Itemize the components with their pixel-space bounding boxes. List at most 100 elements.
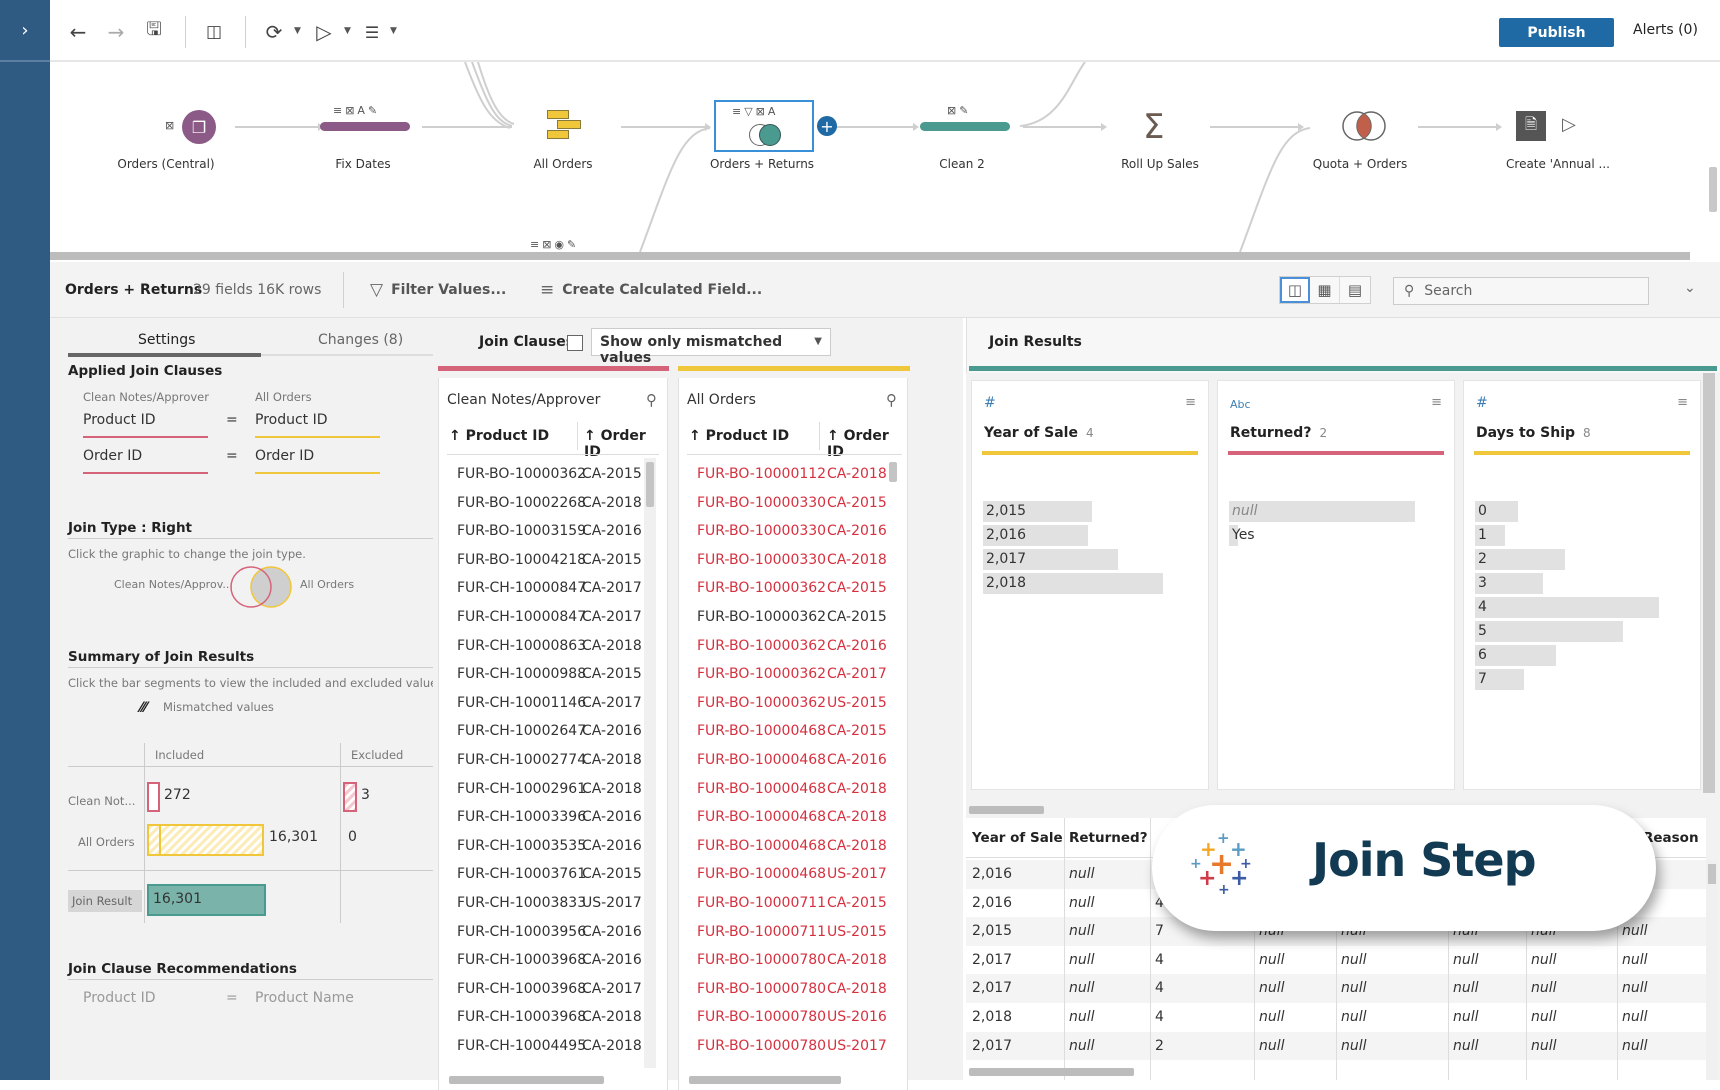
value-row[interactable]: FUR-BO-10000362 CA-2016 — [679, 632, 907, 661]
col-header-product-id[interactable]: ↑ Product ID — [689, 428, 789, 444]
value-row[interactable]: FUR-BO-10000330 CA-2016 — [679, 517, 907, 546]
add-step-button[interactable]: + — [817, 116, 837, 136]
recommendation-right[interactable]: Product Name — [255, 990, 354, 1006]
value-row[interactable]: FUR-CH-10002774 CA-2018 — [439, 746, 667, 775]
value-row[interactable]: FUR-BO-10000780 US-2017 — [679, 1032, 907, 1061]
field-menu-icon[interactable]: ≡ — [1677, 395, 1688, 410]
profile-card[interactable]: # ≡ Days to Ship 8 0 1 2 3 4 5 6 7 — [1463, 380, 1701, 790]
clause-operator[interactable]: = — [226, 412, 238, 428]
recommendation-left[interactable]: Product ID — [83, 990, 156, 1006]
publish-button[interactable]: Publish — [1499, 18, 1614, 47]
distribution-bar[interactable]: 0 — [1475, 501, 1689, 523]
number-type-icon[interactable]: # — [1476, 395, 1488, 411]
clause-operator[interactable]: = — [226, 448, 238, 464]
grid-column-header[interactable]: Year of Sale — [972, 830, 1063, 846]
value-row[interactable]: FUR-CH-10002961 CA-2018 — [439, 775, 667, 804]
value-row[interactable]: FUR-CH-10000847 CA-2017 — [439, 603, 667, 632]
included-bar-all-orders[interactable] — [147, 824, 264, 856]
scrollbar-thumb[interactable] — [1708, 864, 1716, 884]
value-row[interactable]: FUR-CH-10000847 CA-2017 — [439, 574, 667, 603]
field-name[interactable]: Returned? 2 — [1230, 425, 1327, 441]
field-name[interactable]: Year of Sale 4 — [984, 425, 1094, 441]
pause-data-updates-button[interactable]: ◫ — [200, 18, 228, 46]
clause-left-field[interactable]: Product ID — [83, 412, 156, 428]
refresh-button[interactable]: ⟳ — [260, 18, 288, 46]
value-row[interactable]: FUR-BO-10000362 US-2015 — [679, 689, 907, 718]
value-row[interactable]: FUR-BO-10000468 CA-2018 — [679, 803, 907, 832]
join-result-bar[interactable]: 16,301 — [147, 884, 266, 916]
value-row[interactable]: FUR-CH-10004495 CA-2018 — [439, 1032, 667, 1061]
value-row[interactable]: FUR-CH-10000863 CA-2018 — [439, 632, 667, 661]
collapse-panel-button[interactable]: ⌄ — [1684, 280, 1696, 296]
value-row[interactable]: FUR-BO-10000468 CA-2018 — [679, 832, 907, 861]
refresh-dropdown-caret-icon[interactable]: ▼ — [294, 26, 301, 36]
flow-node-fix-dates[interactable] — [320, 122, 410, 131]
options-button[interactable]: ☰ — [358, 18, 386, 46]
distribution-bar[interactable]: Yes — [1229, 525, 1443, 547]
clause-right-field[interactable]: Order ID — [255, 448, 314, 464]
value-row[interactable]: FUR-CH-10003956 CA-2016 — [439, 918, 667, 947]
value-row[interactable]: FUR-BO-10000362 CA-2017 — [679, 660, 907, 689]
value-row[interactable]: FUR-BO-10000330 CA-2018 — [679, 546, 907, 575]
field-search-input[interactable]: ⚲ Search — [1393, 277, 1649, 305]
save-button[interactable]: 🖫 — [140, 18, 168, 46]
value-row[interactable]: FUR-BO-10000468 CA-2015 — [679, 717, 907, 746]
value-row[interactable]: FUR-BO-10000711 US-2015 — [679, 918, 907, 947]
scrollbar-thumb[interactable] — [889, 462, 897, 482]
flow-node-quota-orders[interactable] — [1340, 110, 1388, 142]
tab-changes[interactable]: Changes (8) — [318, 332, 403, 348]
excluded-bar-clean-notes[interactable] — [343, 782, 357, 812]
value-row[interactable]: FUR-BO-10000468 US-2017 — [679, 860, 907, 889]
canvas-vertical-scrollbar[interactable] — [1705, 62, 1720, 252]
value-row[interactable]: FUR-CH-10001146 CA-2017 — [439, 689, 667, 718]
distribution-bar[interactable]: 2 — [1475, 549, 1689, 571]
value-row[interactable]: FUR-BO-10000780 CA-2018 — [679, 946, 907, 975]
flow-node-roll-up-sales[interactable]: Σ — [1143, 107, 1164, 147]
grid-column-header[interactable]: Returned? — [1069, 830, 1148, 846]
tab-settings[interactable]: Settings — [138, 332, 195, 348]
value-row[interactable]: FUR-CH-10003535 CA-2016 — [439, 832, 667, 861]
flow-node-orders-central[interactable]: ⊠ ❐ — [165, 110, 245, 144]
value-row[interactable]: FUR-CH-10003833 US-2017 — [439, 889, 667, 918]
value-row[interactable]: FUR-BO-10000780 US-2016 — [679, 1003, 907, 1032]
filter-values-button[interactable]: ▽ Filter Values... — [370, 280, 506, 300]
number-type-icon[interactable]: # — [984, 395, 996, 411]
field-name[interactable]: Days to Ship 8 — [1476, 425, 1591, 441]
join-clauses-checkbox[interactable] — [567, 335, 583, 351]
value-row[interactable]: FUR-BO-10000468 CA-2016 — [679, 746, 907, 775]
field-menu-icon[interactable]: ≡ — [1185, 395, 1196, 410]
right-values-hscrollbar[interactable] — [689, 1076, 841, 1084]
value-row[interactable]: FUR-BO-10003159 CA-2016 — [439, 517, 667, 546]
col-header-order-id[interactable]: ↑ Order ID — [584, 428, 667, 460]
alerts-button[interactable]: Alerts (0) — [1633, 22, 1698, 38]
value-row[interactable]: FUR-CH-10000988 CA-2015 — [439, 660, 667, 689]
value-row[interactable]: FUR-BO-10000112 CA-2018 — [679, 460, 907, 489]
distribution-bar[interactable]: 3 — [1475, 573, 1689, 595]
distribution-bar[interactable]: 2,015 — [983, 501, 1197, 523]
right-values-scrollbar[interactable] — [887, 458, 899, 1068]
value-row[interactable]: FUR-BO-10000780 CA-2018 — [679, 975, 907, 1004]
profile-card[interactable]: # ≡ Year of Sale 4 2,015 2,016 2,017 2,018 — [971, 380, 1209, 790]
profile-horizontal-scrollbar[interactable] — [969, 806, 1044, 814]
back-button[interactable]: ← — [64, 18, 92, 46]
field-menu-icon[interactable]: ≡ — [1431, 395, 1442, 410]
included-bar-clean-notes[interactable] — [147, 782, 160, 812]
distribution-bar[interactable]: 2,016 — [983, 525, 1197, 547]
value-row[interactable]: FUR-BO-10000362 CA-2015 — [679, 603, 907, 632]
value-row[interactable]: FUR-BO-10000711 CA-2015 — [679, 889, 907, 918]
options-dropdown-caret-icon[interactable]: ▼ — [390, 26, 397, 36]
data-grid-view-button[interactable]: ▦ — [1310, 277, 1340, 303]
distribution-bar[interactable]: 6 — [1475, 645, 1689, 667]
grid-vertical-scrollbar[interactable] — [1706, 860, 1718, 1080]
col-header-order-id[interactable]: ↑ Order ID — [827, 428, 907, 460]
value-row[interactable]: FUR-BO-10000362 CA-2015 — [679, 574, 907, 603]
left-values-hscrollbar[interactable] — [449, 1076, 604, 1084]
run-dropdown-caret-icon[interactable]: ▼ — [344, 26, 351, 36]
clause-right-field[interactable]: Product ID — [255, 412, 328, 428]
string-type-icon[interactable]: Abc — [1230, 398, 1251, 411]
create-calculated-field-button[interactable]: ≡ Create Calculated Field... — [540, 280, 762, 300]
value-row[interactable]: FUR-CH-10003968 CA-2018 — [439, 1003, 667, 1032]
value-row[interactable]: FUR-BO-10000330 CA-2015 — [679, 489, 907, 518]
clause-left-field[interactable]: Order ID — [83, 448, 142, 464]
value-row[interactable]: FUR-CH-10003761 CA-2015 — [439, 860, 667, 889]
